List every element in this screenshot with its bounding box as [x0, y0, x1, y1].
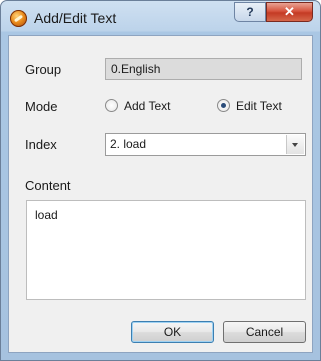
edit-text-radio-label[interactable]: Edit Text	[236, 99, 282, 113]
add-text-radio[interactable]	[105, 99, 118, 112]
mode-label: Mode	[25, 99, 58, 114]
window-title: Add/Edit Text	[34, 10, 117, 26]
cancel-button[interactable]: Cancel	[223, 321, 306, 343]
add-text-radio-label[interactable]: Add Text	[124, 99, 170, 113]
help-button[interactable]: ?	[234, 2, 266, 22]
close-button[interactable]: ✕	[266, 2, 313, 22]
ok-button[interactable]: OK	[131, 321, 214, 343]
dialog-body: Group 0.English Mode Add Text Edit Text …	[8, 35, 313, 353]
content-label: Content	[25, 178, 71, 193]
chevron-down-icon[interactable]	[286, 135, 304, 154]
title-bar[interactable]: Add/Edit Text ? ✕	[1, 1, 320, 35]
group-label: Group	[25, 62, 62, 77]
content-textarea[interactable]: load	[26, 200, 306, 300]
index-select-value: 2. load	[110, 137, 147, 151]
add-edit-text-dialog: Add/Edit Text ? ✕ Group 0.English Mode A…	[0, 0, 321, 361]
group-field: 0.English	[105, 58, 302, 80]
app-icon	[10, 10, 27, 27]
index-select[interactable]: 2. load	[105, 133, 306, 156]
index-label: Index	[25, 137, 57, 152]
edit-text-radio[interactable]	[217, 99, 230, 112]
